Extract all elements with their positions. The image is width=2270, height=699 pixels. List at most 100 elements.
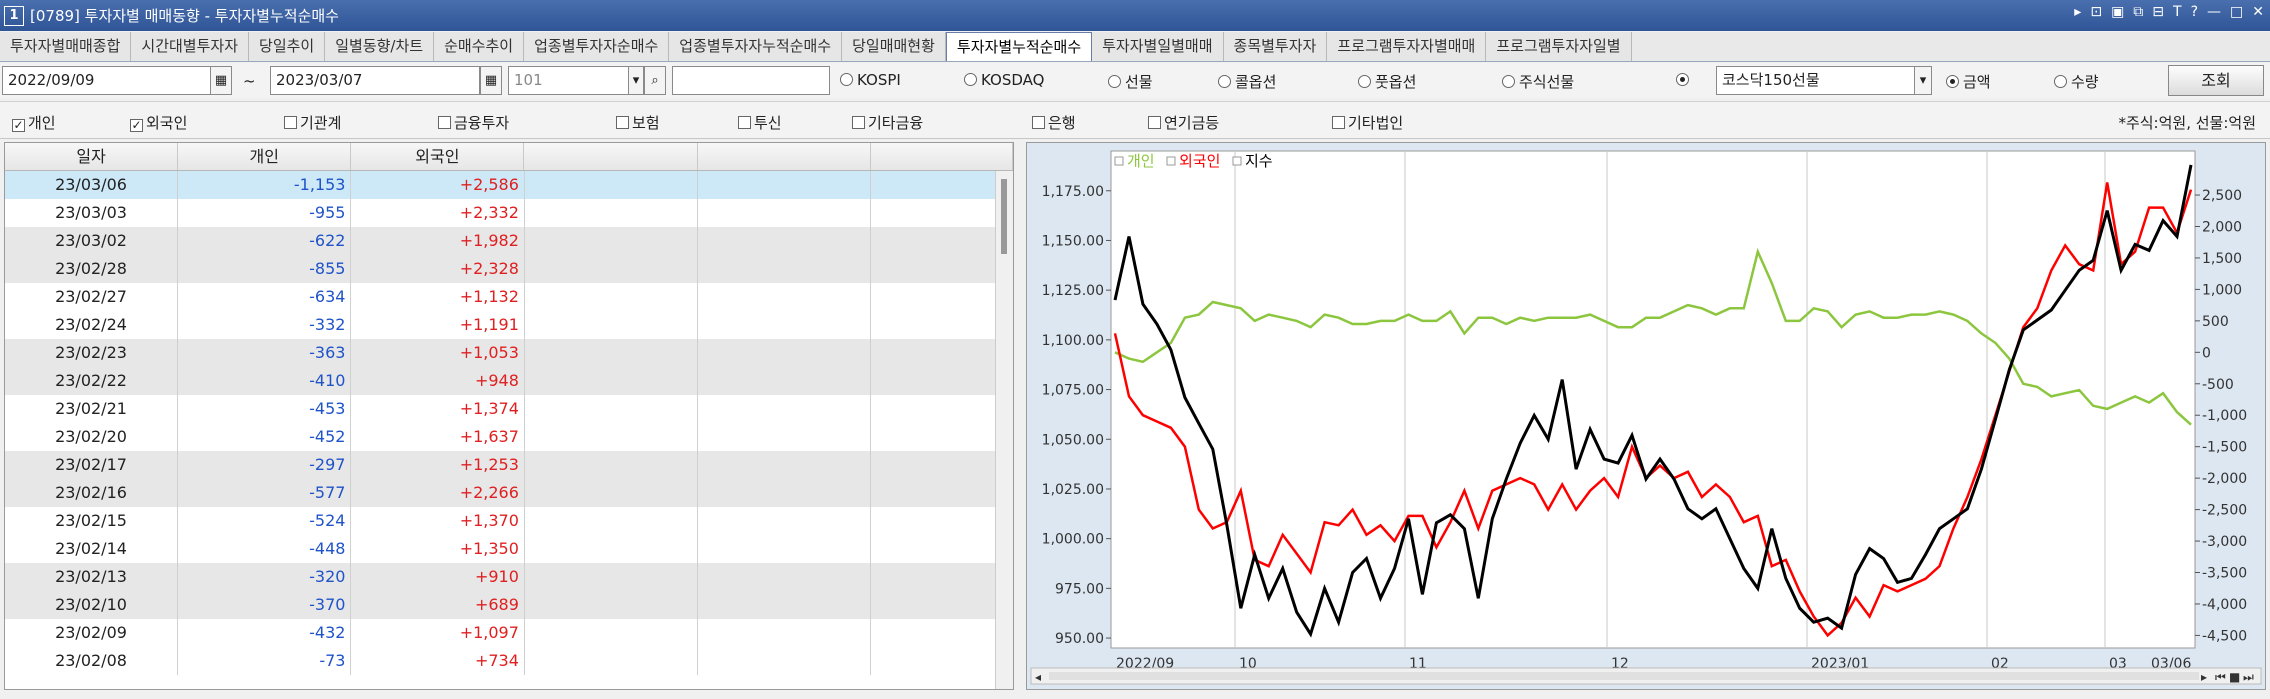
checkbox-box[interactable]: ✓ bbox=[12, 119, 25, 132]
checkbox-investor-2[interactable]: 기관계 bbox=[284, 112, 341, 133]
minimize-icon[interactable]: — bbox=[2207, 4, 2221, 20]
arrow-icon[interactable]: ▸ bbox=[2074, 4, 2081, 20]
table-row[interactable]: 23/02/20 -452 +1,637 bbox=[5, 423, 1013, 451]
column-header[interactable] bbox=[524, 143, 698, 170]
table-row[interactable]: 23/02/09 -432 +1,097 bbox=[5, 619, 1013, 647]
tab-1[interactable]: 시간대별투자자 bbox=[131, 32, 250, 61]
radio-stock-futures[interactable]: 주식선물 bbox=[1502, 71, 1574, 92]
tab-11[interactable]: 프로그램투자자별매매 bbox=[1327, 32, 1487, 61]
radio-quantity[interactable]: 수량 bbox=[2054, 71, 2099, 92]
scroll-nav-icon[interactable]: ⏮ bbox=[2215, 670, 2226, 684]
end-date-field[interactable]: 2023/03/07 bbox=[270, 66, 480, 95]
checkbox-box[interactable] bbox=[1032, 116, 1045, 129]
scroll-nav-icon[interactable]: ▸ bbox=[2201, 670, 2207, 684]
checkbox-investor-0[interactable]: ✓ 개인 bbox=[12, 112, 56, 133]
scrollbar-thumb[interactable] bbox=[1001, 179, 1007, 254]
tab-0[interactable]: 투자자별매매종합 bbox=[0, 32, 132, 61]
layout-icon[interactable]: ▣ bbox=[2111, 4, 2124, 20]
checkbox-label: 투신 bbox=[754, 114, 782, 132]
futures-select[interactable]: 코스닥150선물 bbox=[1716, 66, 1918, 95]
table-row[interactable]: 23/02/16 -577 +2,266 bbox=[5, 479, 1013, 507]
radio-call-option[interactable]: 콜옵션 bbox=[1218, 71, 1276, 92]
cell-empty bbox=[698, 255, 871, 283]
scroll-nav-icon[interactable]: ■ bbox=[2229, 670, 2240, 684]
copy-window-icon[interactable]: ⧉ bbox=[2133, 4, 2143, 20]
scrollbar-track bbox=[1049, 672, 2199, 680]
tab-5[interactable]: 업종별투자자순매수 bbox=[524, 32, 670, 61]
checkbox-investor-6[interactable]: 기타금융 bbox=[852, 112, 923, 133]
table-row[interactable]: 23/02/24 -332 +1,191 bbox=[5, 311, 1013, 339]
table-row[interactable]: 23/03/06 -1,153 +2,586 bbox=[5, 171, 1013, 199]
table-row[interactable]: 23/02/21 -453 +1,374 bbox=[5, 395, 1013, 423]
split-icon[interactable]: ⊟ bbox=[2152, 4, 2164, 20]
tab-10[interactable]: 종목별투자자 bbox=[1223, 32, 1328, 61]
checkbox-box[interactable] bbox=[852, 116, 865, 129]
scroll-nav-icon[interactable]: ⏭ bbox=[2243, 670, 2254, 684]
dropdown-arrow-icon[interactable]: ▾ bbox=[628, 66, 644, 95]
search-button[interactable]: 조회 bbox=[2168, 65, 2264, 96]
right-tick-label: -3,000 bbox=[2202, 534, 2247, 550]
table-row[interactable]: 23/02/10 -370 +689 bbox=[5, 591, 1013, 619]
column-header[interactable]: 개인 bbox=[178, 143, 352, 170]
chart-panel: 1,175.00 1,150.00 1,125.00 1,100.00 1,075.00… bbox=[1026, 142, 2266, 690]
tab-12[interactable]: 프로그램투자자일별 bbox=[1486, 32, 1632, 61]
maximize-icon[interactable]: □ bbox=[2230, 4, 2243, 20]
checkbox-investor-1[interactable]: ✓ 외국인 bbox=[130, 112, 187, 133]
scroll-nav-icon[interactable]: ◂ bbox=[1035, 670, 1041, 684]
radio-amount[interactable]: 금액 bbox=[1946, 71, 1991, 92]
text-size-icon[interactable]: T bbox=[2173, 4, 2182, 20]
table-row[interactable]: 23/03/03 -955 +2,332 bbox=[5, 199, 1013, 227]
table-row[interactable]: 23/02/27 -634 +1,132 bbox=[5, 283, 1013, 311]
cell-individual: -452 bbox=[178, 423, 352, 451]
table-row[interactable]: 23/02/23 -363 +1,053 bbox=[5, 339, 1013, 367]
table-row[interactable]: 23/03/02 -622 +1,982 bbox=[5, 227, 1013, 255]
radio-futures[interactable]: 선물 bbox=[1108, 71, 1153, 92]
tab-6[interactable]: 업종별투자자누적순매수 bbox=[669, 32, 843, 61]
table-row[interactable]: 23/02/22 -410 +948 bbox=[5, 367, 1013, 395]
checkbox-box[interactable] bbox=[738, 116, 751, 129]
table-row[interactable]: 23/02/08 -73 +734 bbox=[5, 647, 1013, 675]
tab-4[interactable]: 순매수추이 bbox=[434, 32, 525, 61]
column-header[interactable] bbox=[871, 143, 1013, 170]
code-input[interactable]: 101 bbox=[508, 66, 632, 95]
checkbox-box[interactable] bbox=[616, 116, 629, 129]
start-date-field[interactable]: 2022/09/09 bbox=[2, 66, 212, 95]
checkbox-box[interactable] bbox=[284, 116, 297, 129]
tab-3[interactable]: 일별동향/차트 bbox=[325, 32, 435, 61]
checkbox-box[interactable]: ✓ bbox=[130, 119, 143, 132]
table-row[interactable]: 23/02/14 -448 +1,350 bbox=[5, 535, 1013, 563]
checkbox-investor-3[interactable]: 금융투자 bbox=[438, 112, 509, 133]
help-icon[interactable]: ? bbox=[2191, 4, 2198, 20]
checkbox-investor-9[interactable]: 기타법인 bbox=[1332, 112, 1403, 133]
checkbox-box[interactable] bbox=[438, 116, 451, 129]
column-header[interactable]: 외국인 bbox=[351, 143, 525, 170]
calendar-icon[interactable]: ▦ bbox=[480, 66, 502, 95]
column-header[interactable] bbox=[698, 143, 871, 170]
cell-foreign: +1,350 bbox=[351, 535, 525, 563]
tab-9[interactable]: 투자자별일별매매 bbox=[1092, 32, 1224, 61]
checkbox-investor-8[interactable]: 연기금등 bbox=[1148, 112, 1219, 133]
close-icon[interactable]: ✕ bbox=[2252, 4, 2264, 20]
radio-kospi[interactable]: KOSPI bbox=[840, 71, 901, 89]
table-row[interactable]: 23/02/13 -320 +910 bbox=[5, 563, 1013, 591]
vertical-scrollbar[interactable] bbox=[995, 171, 1013, 689]
screen-icon[interactable]: ⊡ bbox=[2090, 4, 2102, 20]
radio-kosdaq[interactable]: KOSDAQ bbox=[964, 71, 1044, 89]
table-row[interactable]: 23/02/28 -855 +2,328 bbox=[5, 255, 1013, 283]
column-header[interactable]: 일자 bbox=[5, 143, 179, 170]
checkbox-investor-7[interactable]: 은행 bbox=[1032, 112, 1076, 133]
checkbox-investor-4[interactable]: 보험 bbox=[616, 112, 660, 133]
search-icon[interactable]: ⌕ bbox=[644, 66, 666, 95]
tab-7[interactable]: 당일매매현황 bbox=[842, 32, 946, 61]
dropdown-arrow-icon[interactable]: ▾ bbox=[1914, 66, 1932, 95]
tab-2[interactable]: 당일추이 bbox=[249, 32, 326, 61]
checkbox-box[interactable] bbox=[1332, 116, 1345, 129]
checkbox-box[interactable] bbox=[1148, 116, 1161, 129]
checkbox-investor-5[interactable]: 투신 bbox=[738, 112, 782, 133]
table-row[interactable]: 23/02/17 -297 +1,253 bbox=[5, 451, 1013, 479]
table-row[interactable]: 23/02/15 -524 +1,370 bbox=[5, 507, 1013, 535]
radio-other[interactable] bbox=[1676, 71, 1693, 89]
tab-8[interactable]: 투자자별누적순매수 bbox=[945, 32, 1093, 61]
calendar-icon[interactable]: ▦ bbox=[210, 66, 232, 95]
radio-put-option[interactable]: 풋옵션 bbox=[1358, 71, 1416, 92]
